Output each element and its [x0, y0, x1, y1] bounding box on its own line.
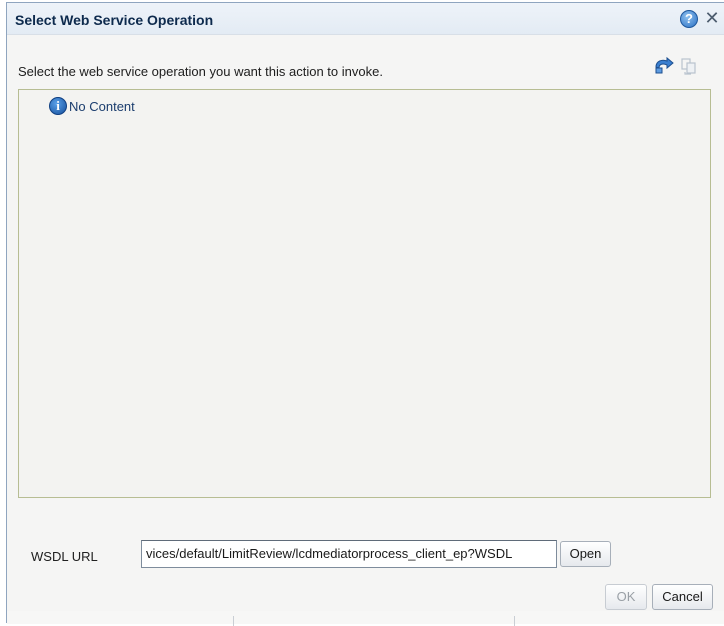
- no-content-message: No Content: [69, 99, 135, 114]
- sync-icon: [679, 56, 699, 76]
- bottom-strip: [7, 611, 724, 624]
- operations-panel: i No Content: [18, 89, 711, 498]
- help-icon[interactable]: ?: [680, 10, 698, 28]
- cancel-button[interactable]: Cancel: [652, 584, 713, 610]
- wsdl-url-input[interactable]: vices/default/LimitReview/lcdmediatorpro…: [141, 540, 557, 568]
- dialog-titlebar: Select Web Service Operation ? ✕: [7, 3, 724, 35]
- refresh-icon[interactable]: [653, 56, 675, 76]
- instruction-text: Select the web service operation you wan…: [18, 64, 383, 79]
- strip-separator: [233, 616, 234, 626]
- dialog-title: Select Web Service Operation: [15, 12, 214, 28]
- close-icon[interactable]: ✕: [703, 9, 721, 28]
- open-button[interactable]: Open: [560, 541, 611, 567]
- select-web-service-dialog: Select Web Service Operation ? ✕ Select …: [6, 2, 724, 626]
- wsdl-url-label: WSDL URL: [31, 549, 98, 564]
- ok-button[interactable]: OK: [605, 584, 647, 610]
- info-icon: i: [49, 97, 67, 115]
- strip-separator: [514, 616, 515, 626]
